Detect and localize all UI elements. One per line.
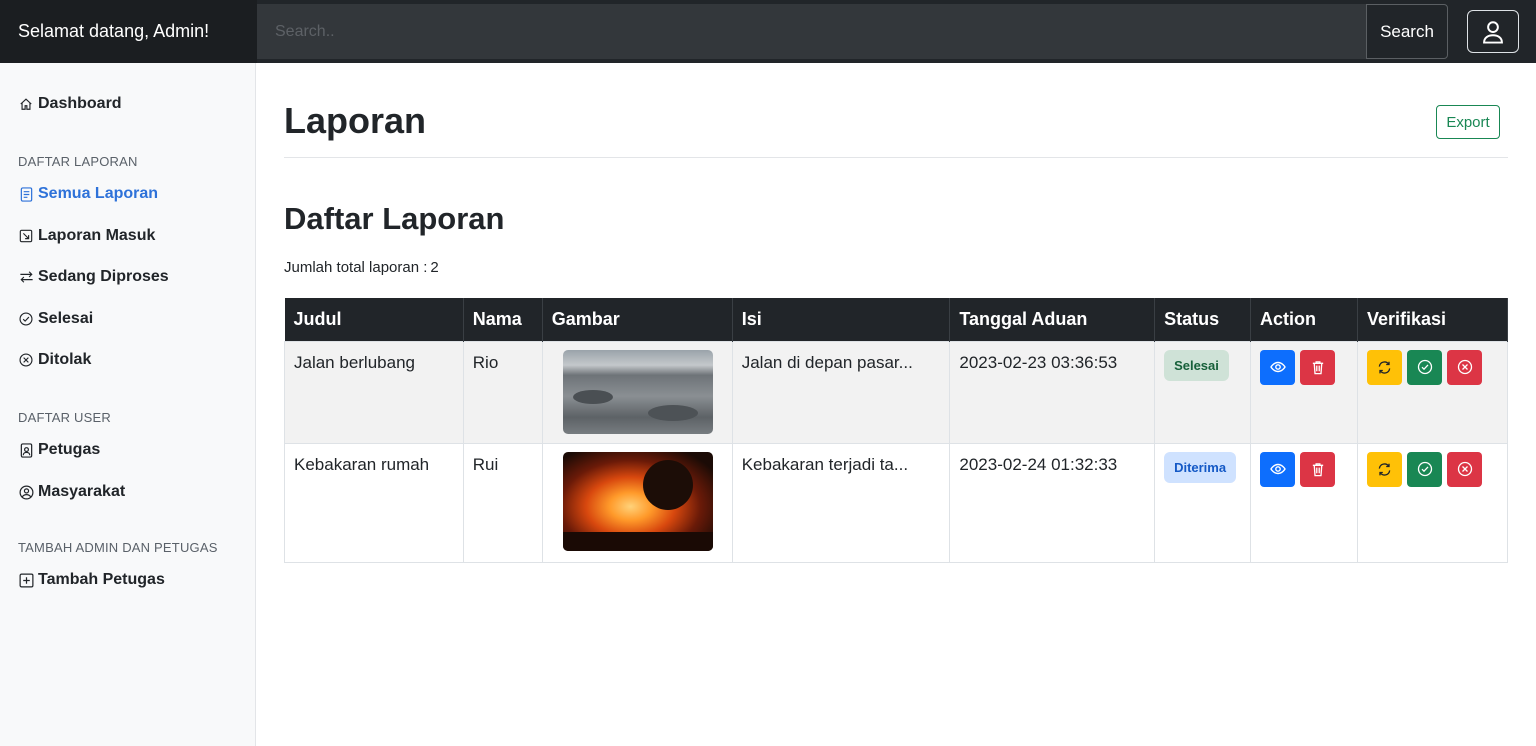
cell-status: Selesai [1154,340,1252,444]
reject-button[interactable] [1447,349,1482,385]
view-button[interactable] [1260,349,1296,385]
cell-action [1250,442,1358,563]
cell-tanggal: 2023-02-24 01:32:33 [949,442,1156,563]
cell-tanggal: 2023-02-23 03:36:53 [949,340,1156,444]
file-text-icon [18,186,34,202]
page-title: Laporan [284,100,427,141]
sidebar-item-label: Masyarakat [38,483,126,500]
process-button[interactable] [1367,349,1402,385]
sidebar-item-ditolak[interactable]: Ditolak [18,351,91,369]
laporan-table: Judul Nama Gambar Isi Tanggal Aduan Stat… [284,298,1508,563]
table-row: Jalan berlubang Rio Jalan di depan pasar… [284,340,1508,444]
person-icon [1483,20,1503,44]
sidebar-item-petugas[interactable]: Petugas [18,441,100,459]
cell-gambar [541,340,733,444]
sidebar: Dashboard DAFTAR LAPORAN Semua Laporan L… [0,63,256,746]
cell-nama: Rio [462,340,543,444]
check-circle-icon [1417,461,1432,477]
report-image[interactable] [562,451,713,551]
arrow-repeat-icon [1378,360,1391,374]
cell-nama: Rui [462,442,543,563]
cell-isi: Kebakaran terjadi ta... [731,442,951,563]
x-circle-icon [1457,461,1472,477]
sidebar-item-masyarakat[interactable]: Masyarakat [18,483,125,501]
cell-isi: Jalan di depan pasar... [731,340,951,444]
sidebar-item-label: Laporan Masuk [38,227,156,244]
x-circle-icon [18,352,34,368]
accept-button[interactable] [1407,349,1442,385]
brand-text: Selamat datang, Admin! [0,0,257,63]
cell-judul: Kebakaran rumah [284,442,464,563]
arrow-left-right-icon [18,269,34,285]
sidebar-item-label: Selesai [38,310,94,327]
column-header-action: Action [1250,298,1358,341]
check-circle-icon [1417,359,1432,375]
plus-square-icon [18,572,34,588]
status-badge: Diterima [1164,451,1237,483]
sidebar-heading-laporan: DAFTAR LAPORAN [18,154,138,169]
sidebar-item-label: Ditolak [38,351,92,368]
total-label: Jumlah total laporan : [284,259,428,276]
table-header-row: Judul Nama Gambar Isi Tanggal Aduan Stat… [284,298,1508,341]
sidebar-item-semua-laporan[interactable]: Semua Laporan [18,185,158,203]
sidebar-item-sedang-diproses[interactable]: Sedang Diproses [18,268,169,286]
reject-button[interactable] [1447,451,1482,487]
search-input[interactable] [257,4,1367,59]
delete-button[interactable] [1300,451,1336,487]
process-button[interactable] [1367,451,1402,487]
accept-button[interactable] [1407,451,1442,487]
column-header-nama: Nama [463,298,543,341]
total-value: 2 [430,259,439,276]
sidebar-item-label: Dashboard [38,95,122,112]
box-arrow-in-icon [18,228,34,244]
sidebar-item-label: Semua Laporan [38,185,159,202]
cell-gambar [541,442,733,563]
divider [284,157,1508,158]
status-badge: Selesai [1164,349,1229,381]
eye-icon [1269,361,1286,373]
trash-icon [1312,462,1323,476]
check-circle-icon [18,311,34,327]
sidebar-item-dashboard[interactable]: Dashboard [18,95,122,113]
sidebar-item-label: Sedang Diproses [38,268,169,285]
export-button[interactable]: Export [1436,105,1500,139]
top-navbar: Selamat datang, Admin! Search [0,0,1536,63]
cell-verifikasi [1357,340,1508,444]
user-menu-button[interactable] [1467,10,1519,53]
cell-status: Diterima [1154,442,1252,563]
sidebar-item-tambah-petugas[interactable]: Tambah Petugas [18,571,165,589]
total-count: Jumlah total laporan :2 [284,259,439,276]
person-badge-icon [18,442,34,458]
search-button[interactable]: Search [1366,4,1448,59]
column-header-gambar: Gambar [542,298,733,341]
report-image[interactable] [562,349,713,434]
x-circle-icon [1457,359,1472,375]
sidebar-item-selesai[interactable]: Selesai [18,310,93,328]
column-header-isi: Isi [732,298,951,341]
sidebar-heading-user: DAFTAR USER [18,410,111,425]
column-header-verifikasi: Verifikasi [1357,298,1508,341]
house-icon [18,96,34,112]
sidebar-item-label: Tambah Petugas [38,571,165,588]
cell-verifikasi [1357,442,1508,563]
cell-action [1250,340,1358,444]
column-header-judul: Judul [284,298,464,341]
eye-icon [1269,463,1286,475]
section-title: Daftar Laporan [284,201,505,236]
view-button[interactable] [1260,451,1296,487]
sidebar-item-laporan-masuk[interactable]: Laporan Masuk [18,227,155,245]
table-row: Kebakaran rumah Rui Kebakaran terjadi ta… [284,442,1508,563]
delete-button[interactable] [1300,349,1336,385]
sidebar-heading-tambah: TAMBAH ADMIN DAN PETUGAS [18,540,218,555]
person-circle-icon [18,484,34,500]
arrow-repeat-icon [1378,462,1391,476]
cell-judul: Jalan berlubang [284,340,464,444]
sidebar-item-label: Petugas [38,441,101,458]
trash-icon [1312,360,1323,374]
column-header-tanggal: Tanggal Aduan [949,298,1156,341]
column-header-status: Status [1154,298,1252,341]
